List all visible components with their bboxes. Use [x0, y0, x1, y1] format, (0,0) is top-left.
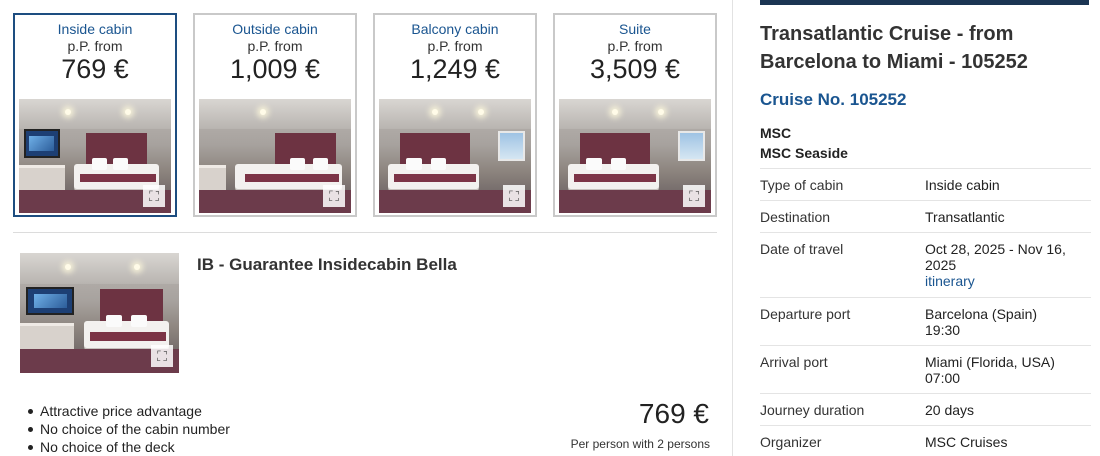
ship-name: MSC Seaside: [760, 145, 848, 161]
info-label: Type of cabin: [760, 177, 844, 193]
info-label: Destination: [760, 209, 831, 225]
offer-price-note: Per person with 2 persons: [570, 437, 710, 451]
feature-item: No choice of the cabin number: [28, 420, 230, 438]
detail-cabin-photo[interactable]: ⛶: [20, 253, 179, 373]
cabin-card-outside[interactable]: Outside cabin p.P. from 1,009 € ⛶: [193, 13, 357, 217]
info-row: Type of cabin Inside cabin: [760, 168, 1091, 200]
cabin-photo[interactable]: ⛶: [199, 99, 351, 213]
info-value: Oct 28, 2025 - Nov 16, 2025: [925, 241, 1066, 273]
cabin-card-from-label: p.P. from: [247, 38, 303, 54]
cabin-photo[interactable]: ⛶: [19, 99, 171, 213]
info-value: Inside cabin: [925, 177, 1000, 193]
info-label: Date of travel: [760, 241, 844, 257]
info-value-group: Barcelona (Spain) 19:30: [925, 306, 1085, 338]
offer-price: 769 €: [638, 398, 709, 429]
panel-header-bar: [760, 0, 1089, 5]
info-label: Arrival port: [760, 354, 828, 370]
expand-icon[interactable]: ⛶: [683, 185, 705, 207]
info-row: Arrival port Miami (Florida, USA) 07:00: [760, 345, 1091, 393]
cabin-card-balcony[interactable]: Balcony cabin p.P. from 1,249 € ⛶: [373, 13, 537, 217]
info-value-group: Miami (Florida, USA) 07:00: [925, 354, 1085, 386]
cabin-card-from-label: p.P. from: [427, 38, 483, 54]
cabin-offer-title: IB - Guarantee Insidecabin Bella: [197, 255, 457, 274]
cabin-card-inside[interactable]: Inside cabin p.P. from 769 € ⛶: [13, 13, 177, 217]
info-value: Miami (Florida, USA): [925, 354, 1055, 370]
info-value: 20 days: [925, 402, 975, 418]
info-row: Organizer MSC Cruises: [760, 425, 1091, 456]
cruise-number: Cruise No. 105252: [760, 90, 907, 109]
info-value: MSC Cruises: [925, 434, 1008, 450]
cabin-card-suite[interactable]: Suite p.P. from 3,509 € ⛶: [553, 13, 717, 217]
info-row: Departure port Barcelona (Spain) 19:30: [760, 297, 1091, 345]
info-label: Departure port: [760, 306, 851, 322]
cabin-category-selector: Inside cabin p.P. from 769 € ⛶ Outside c…: [13, 13, 717, 218]
feature-item: Attractive price advantage: [28, 402, 230, 420]
info-row: Destination Transatlantic: [760, 200, 1091, 232]
cruise-line: MSC: [760, 125, 792, 141]
section-divider: [13, 232, 717, 233]
cabin-card-from-label: p.P. from: [67, 38, 123, 54]
cabin-card-name: Balcony cabin: [411, 21, 499, 37]
trip-title: Transatlantic Cruise - from Barcelona to…: [760, 23, 1028, 73]
info-label: Journey duration: [760, 402, 865, 418]
cabin-features-list: Attractive price advantage No choice of …: [28, 402, 230, 456]
cabin-card-name: Inside cabin: [57, 21, 133, 37]
expand-icon[interactable]: ⛶: [143, 185, 165, 207]
cabin-card-from-label: p.P. from: [607, 38, 663, 54]
info-label: Organizer: [760, 434, 822, 450]
info-value-group: Oct 28, 2025 - Nov 16, 2025 itinerary: [925, 241, 1085, 289]
cabin-card-price: 1,249 €: [409, 54, 501, 84]
panel-separator: [732, 0, 733, 456]
cabin-card-price: 1,009 €: [229, 54, 321, 84]
expand-icon[interactable]: ⛶: [323, 185, 345, 207]
cabin-card-name: Outside cabin: [232, 21, 318, 37]
cabin-photo[interactable]: ⛶: [379, 99, 531, 213]
expand-icon[interactable]: ⛶: [151, 345, 173, 367]
info-value: Transatlantic: [925, 209, 1005, 225]
info-value-time: 07:00: [925, 370, 961, 386]
info-value: Barcelona (Spain): [925, 306, 1038, 322]
cabin-photo[interactable]: ⛶: [559, 99, 711, 213]
feature-item: No choice of the deck: [28, 438, 230, 456]
cabin-card-name: Suite: [619, 21, 651, 37]
info-row: Journey duration 20 days: [760, 393, 1091, 425]
info-row: Date of travel Oct 28, 2025 - Nov 16, 20…: [760, 232, 1091, 297]
itinerary-link[interactable]: itinerary: [925, 273, 1085, 289]
cabin-card-price: 769 €: [61, 54, 129, 84]
expand-icon[interactable]: ⛶: [503, 185, 525, 207]
info-value-time: 19:30: [925, 322, 961, 338]
cabin-card-price: 3,509 €: [589, 54, 681, 84]
